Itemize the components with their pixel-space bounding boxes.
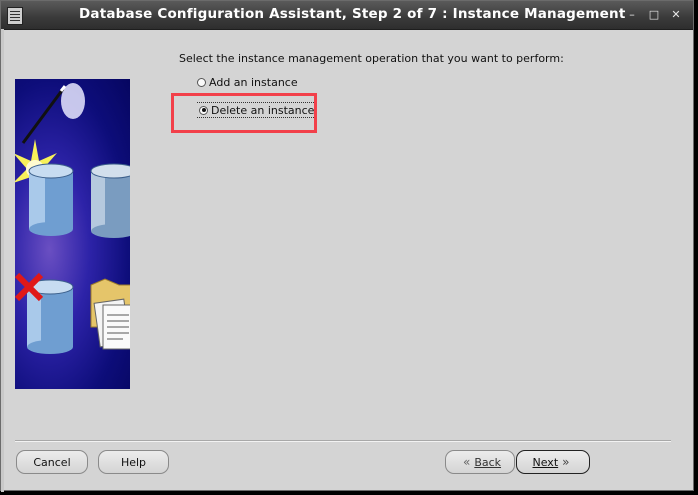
cancel-button-label: Cancel	[33, 455, 71, 469]
database-illustration-icon	[15, 83, 130, 354]
back-chevron-icon: «	[462, 455, 471, 469]
close-icon[interactable]: ✕	[669, 8, 683, 22]
next-button-label: Next	[532, 455, 559, 469]
next-button[interactable]: Next »	[516, 450, 590, 474]
maximize-icon[interactable]: □	[647, 8, 661, 22]
highlight-box	[171, 93, 317, 133]
instruction-text: Select the instance management operation…	[179, 52, 564, 65]
option-add-instance-label: Add an instance	[209, 76, 298, 89]
back-button[interactable]: « Back	[445, 450, 515, 474]
dialog-window: Database Configuration Assistant, Step 2…	[0, 0, 694, 492]
back-button-label: Back	[474, 455, 502, 469]
window-title: Database Configuration Assistant, Step 2…	[79, 6, 626, 22]
next-chevron-icon: »	[562, 455, 570, 469]
help-button-label: Help	[120, 455, 147, 469]
title-bar[interactable]: Database Configuration Assistant, Step 2…	[1, 1, 693, 30]
wizard-illustration	[15, 79, 130, 389]
footer-separator	[15, 440, 671, 442]
option-add-instance[interactable]: Add an instance	[197, 76, 298, 89]
window-menu-icon[interactable]	[7, 7, 23, 25]
window-left-edge	[1, 29, 4, 492]
radio-add-instance[interactable]	[197, 78, 206, 87]
help-button[interactable]: Help	[98, 450, 169, 474]
cancel-button[interactable]: Cancel	[16, 450, 88, 474]
minimize-icon[interactable]: –	[625, 8, 639, 22]
